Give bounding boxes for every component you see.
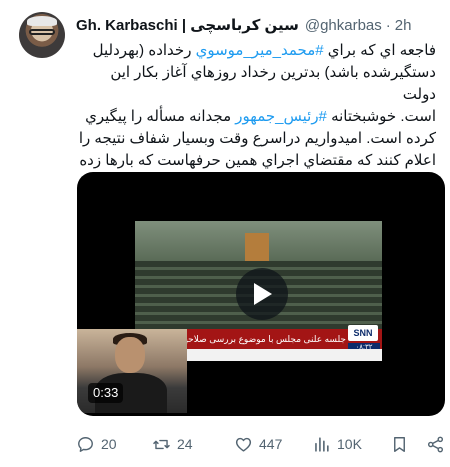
pip-person-face — [115, 337, 145, 373]
parliament-podium — [245, 233, 269, 261]
retweet-button[interactable]: 24 — [152, 432, 193, 456]
hashtag-link[interactable]: #محمد_مير_موسوي — [196, 42, 324, 59]
tweet-line-2: دستگيرشده باشد) بدترين رخداد روزهاي آغاز… — [110, 64, 436, 103]
tweet-actions: 20 24 447 10K — [76, 432, 448, 456]
reply-count: 20 — [101, 436, 117, 452]
avatar-glasses — [29, 29, 55, 35]
author-handle[interactable]: @ghkarbas — [305, 17, 382, 34]
tweet-text-segment: مجدانه مسأله را پيگيري — [85, 108, 236, 125]
views-button[interactable]: 10K — [312, 432, 362, 456]
views-count: 10K — [337, 436, 362, 452]
tweet-time[interactable]: 2h — [395, 17, 412, 34]
share-icon — [427, 436, 444, 452]
share-button[interactable] — [426, 432, 445, 456]
hashtag-link[interactable]: #رئيس_جمهور — [235, 108, 327, 125]
like-icon — [235, 437, 252, 452]
time-separator: · — [385, 16, 391, 34]
video-player[interactable]: جلسه علنی مجلس با موضوع بررسی صلاحیت وزر… — [77, 172, 445, 416]
play-icon — [254, 283, 272, 305]
tweet-text-segment: است. خوشبختانه — [326, 108, 436, 125]
tweet-line-1: فاجعه اي كه براي #محمد_مير_موسوي رخداده … — [76, 40, 436, 62]
like-count: 447 — [259, 436, 283, 452]
like-button[interactable]: 447 — [234, 432, 282, 456]
tweet[interactable]: Gh. Karbaschi | سین کرباسچی @ghkarbas · … — [0, 0, 450, 467]
video-duration: 0:33 — [88, 383, 124, 403]
avatar-hair — [27, 16, 57, 26]
bookmark-button[interactable] — [390, 432, 409, 456]
views-icon — [315, 436, 329, 452]
retweet-icon — [153, 439, 170, 449]
author-display-name[interactable]: Gh. Karbaschi | سین کرباسچی — [76, 16, 299, 34]
retweet-count: 24 — [177, 436, 193, 452]
tweet-line-4: كرده است. اميدواريم دراسرع وقت وبسيار شف… — [78, 130, 436, 147]
tweet-text-segment: رخداده (بهردليل — [92, 42, 196, 59]
reply-button[interactable]: 20 — [76, 432, 117, 456]
channel-logo: SNN — [348, 325, 378, 341]
tweet-text: فاجعه اي كه براي #محمد_مير_موسوي رخداده … — [76, 40, 436, 194]
tweet-text-segment: فاجعه اي كه براي — [323, 42, 436, 59]
reply-icon — [78, 436, 93, 452]
play-button[interactable] — [236, 268, 288, 320]
avatar[interactable] — [19, 12, 65, 58]
tweet-line-3: است. خوشبختانه #رئيس_جمهور مجدانه مسأله … — [76, 106, 436, 128]
tweet-header: Gh. Karbaschi | سین کرباسچی @ghkarbas · … — [76, 14, 446, 36]
bookmark-icon — [394, 436, 405, 452]
